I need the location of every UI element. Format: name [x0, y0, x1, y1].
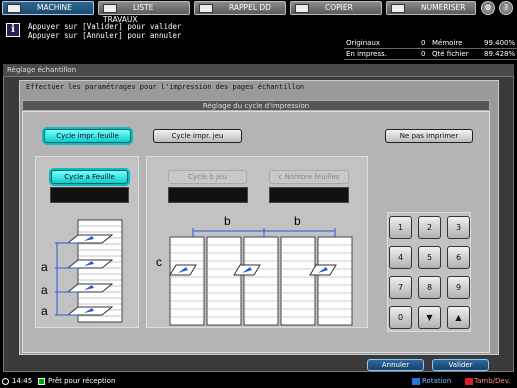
cycle-a-button[interactable]: Cycle a Feuille — [51, 170, 128, 184]
label-c: c — [156, 255, 162, 269]
cancel-button[interactable]: Annuler — [367, 359, 424, 371]
key-1[interactable]: 1 — [389, 216, 412, 239]
key-2[interactable]: 2 — [418, 216, 441, 239]
key-7[interactable]: 7 — [389, 276, 412, 299]
tab-hdd-recall[interactable]: RAPPEL DD — [194, 1, 286, 15]
status-time: 14:45 — [12, 377, 33, 385]
instruction-text: Effectuer les paramétrages pour l'impres… — [26, 83, 305, 91]
do-not-print-button[interactable]: Ne pas imprimer — [385, 129, 473, 143]
message-line-2: Appuyer sur [Annuler] pour annuler — [28, 31, 182, 40]
message-line-1: Appuyer sur [Valider] pour valider — [28, 22, 182, 31]
tab-scan[interactable]: NUMERISER — [386, 1, 476, 15]
paper-stacks — [169, 228, 353, 326]
label-b-2: b — [294, 214, 301, 228]
counter-row-originals: Originaux 0 Mémoire 99.400% — [344, 39, 517, 49]
cycle-sheet-diagram — [55, 219, 123, 323]
scan-icon — [391, 3, 405, 13]
decrement-arrow-icon[interactable]: ▼ — [418, 306, 441, 329]
sheet-count-value[interactable] — [269, 187, 349, 203]
info-icon: i — [6, 23, 20, 37]
tab-job-list[interactable]: LISTE TRAVAUX — [98, 1, 190, 24]
key-5[interactable]: 5 — [418, 246, 441, 269]
tab-machine[interactable]: MACHINE — [2, 1, 94, 15]
drum-dev-icon — [465, 378, 473, 385]
hdd-recall-icon — [199, 3, 213, 13]
status-text: Prêt pour réception — [48, 377, 116, 385]
key-0[interactable]: 0 — [389, 306, 412, 329]
label-a-3: a — [41, 304, 48, 318]
cycle-set-diagram — [169, 228, 353, 326]
key-8[interactable]: 8 — [418, 276, 441, 299]
sheet-count-button[interactable]: c Nombre feuilles — [269, 170, 349, 184]
cycle-a-value[interactable] — [50, 187, 129, 203]
ready-icon — [38, 378, 45, 385]
status-bar: 14:45 Prêt pour réception Rotation Tamb/… — [0, 375, 517, 388]
section-title: Réglage du cycle d'impression — [22, 100, 490, 111]
key-4[interactable]: 4 — [389, 246, 412, 269]
key-6[interactable]: 6 — [447, 246, 470, 269]
key-3[interactable]: 3 — [447, 216, 470, 239]
rotation-icon — [412, 378, 420, 385]
key-9[interactable]: 9 — [447, 276, 470, 299]
gear-icon[interactable]: ⚙ — [481, 1, 495, 15]
paper-stack — [55, 219, 123, 323]
tab-copy[interactable]: COPIER — [290, 1, 382, 15]
rotation-label: Rotation — [422, 377, 452, 385]
cycle-b-button[interactable]: Cycle b Jeu — [168, 170, 247, 184]
label-a-1: a — [41, 260, 48, 274]
machine-icon — [7, 3, 21, 13]
screen-title: Réglage échantillon — [3, 64, 514, 76]
clock-icon — [2, 378, 9, 385]
cycle-b-value[interactable] — [168, 187, 248, 203]
job-list-icon — [103, 3, 117, 13]
copy-icon — [295, 3, 309, 13]
help-icon[interactable]: ? — [499, 1, 513, 15]
ok-button[interactable]: Valider — [432, 359, 489, 371]
drum-dev-label: Tamb/Dev. — [474, 377, 511, 385]
cycle-sheet-button[interactable]: Cycle impr. feuille — [44, 129, 131, 143]
increment-arrow-icon[interactable]: ▲ — [447, 306, 470, 329]
tab-bar: MACHINE LISTE TRAVAUX RAPPEL DD COPIER N… — [0, 0, 517, 24]
label-a-2: a — [41, 283, 48, 297]
cycle-set-button[interactable]: Cycle impr. jeu — [153, 129, 242, 143]
label-b-1: b — [224, 214, 231, 228]
counter-row-printing: En impress. 0 Qté fichier 89.428% — [344, 50, 517, 60]
